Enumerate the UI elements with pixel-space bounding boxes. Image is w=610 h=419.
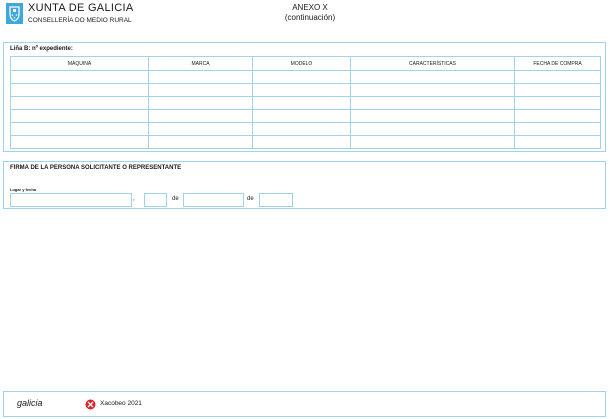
table-cell[interactable]	[148, 96, 253, 110]
year-field[interactable]	[259, 193, 293, 207]
signature-title: FIRMA DE LA PERSONA SOLICITANTE O REPRES…	[10, 165, 182, 171]
table-cell[interactable]	[514, 96, 601, 110]
xacobeo-logo-icon	[85, 399, 96, 410]
signature-section: FIRMA DE LA PERSONA SOLICITANTE O REPRES…	[3, 161, 606, 209]
xacobeo-label: Xacobeo 2021	[100, 400, 142, 407]
table-cell[interactable]	[514, 70, 601, 84]
table-header-row: MÁQUINA MARCA MODELO CARACTERÍSTICAS FEC…	[10, 56, 601, 71]
annex-title: ANEXO X	[292, 3, 328, 12]
column-header-machine: MÁQUINA	[10, 56, 149, 71]
column-header-brand: MARCA	[148, 56, 253, 71]
table-cell[interactable]	[252, 96, 351, 110]
table-cell[interactable]	[10, 96, 149, 110]
table-cell[interactable]	[252, 135, 351, 149]
table-cell[interactable]	[514, 122, 601, 136]
table-cell[interactable]	[350, 122, 515, 136]
table-row	[10, 83, 601, 97]
table-cell[interactable]	[148, 109, 253, 123]
table-cell[interactable]	[10, 122, 149, 136]
day-field[interactable]	[144, 193, 167, 207]
comma-separator: ,	[133, 196, 135, 202]
table-row	[10, 70, 601, 84]
column-header-features: CARACTERÍSTICAS	[350, 56, 515, 71]
table-cell[interactable]	[10, 135, 149, 149]
table-row	[10, 122, 601, 136]
table-cell[interactable]	[252, 109, 351, 123]
galicia-coat-of-arms-icon	[9, 6, 20, 22]
table-cell[interactable]	[514, 109, 601, 123]
month-field[interactable]	[183, 193, 244, 207]
machines-table: MÁQUINA MARCA MODELO CARACTERÍSTICAS FEC…	[10, 56, 601, 149]
place-field[interactable]	[10, 193, 132, 207]
machines-section: Liña B: nº expediente: MÁQUINA MARCA MOD…	[3, 42, 606, 152]
de-separator-1: de	[172, 196, 179, 202]
footer: galicia Xacobeo 2021	[3, 391, 606, 417]
table-cell[interactable]	[148, 135, 253, 149]
galicia-brand: galicia	[17, 398, 43, 408]
place-date-label: Lugar y fecha	[10, 187, 37, 192]
table-row	[10, 109, 601, 123]
table-cell[interactable]	[148, 83, 253, 97]
column-header-purchase-date: FECHA DE COMPRA	[514, 56, 601, 71]
table-row	[10, 135, 601, 149]
table-cell[interactable]	[350, 70, 515, 84]
annex-subtitle: (continuación)	[284, 13, 336, 22]
table-cell[interactable]	[252, 83, 351, 97]
table-cell[interactable]	[350, 109, 515, 123]
table-cell[interactable]	[148, 70, 253, 84]
table-cell[interactable]	[148, 122, 253, 136]
table-cell[interactable]	[514, 135, 601, 149]
org-name: XUNTA DE GALICIA	[28, 2, 134, 14]
expedient-label: Liña B: nº expediente:	[10, 46, 73, 52]
table-row	[10, 96, 601, 110]
table-cell[interactable]	[350, 96, 515, 110]
table-cell[interactable]	[252, 122, 351, 136]
table-cell[interactable]	[10, 70, 149, 84]
department-name: CONSELLERÍA DO MEDIO RURAL	[28, 17, 132, 24]
table-cell[interactable]	[252, 70, 351, 84]
table-cell[interactable]	[514, 83, 601, 97]
table-cell[interactable]	[10, 83, 149, 97]
xunta-logo	[6, 3, 23, 24]
table-cell[interactable]	[10, 109, 149, 123]
de-separator-2: de	[247, 196, 254, 202]
column-header-model: MODELO	[252, 56, 351, 71]
table-cell[interactable]	[350, 135, 515, 149]
table-cell[interactable]	[350, 83, 515, 97]
